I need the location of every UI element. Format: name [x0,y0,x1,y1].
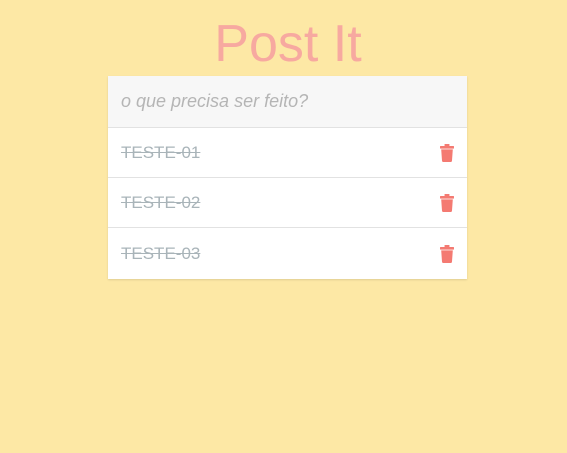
new-task-row [108,76,467,128]
task-item[interactable]: TESTE-01 [108,128,467,178]
todo-card: TESTE-01 TESTE-02 TESTE-03 [108,76,467,279]
trash-icon [440,143,454,162]
delete-task-button[interactable] [438,244,456,264]
task-label[interactable]: TESTE-02 [121,193,200,213]
trash-icon [440,244,454,263]
task-list: TESTE-01 TESTE-02 TESTE-03 [108,128,467,279]
delete-task-button[interactable] [438,193,456,213]
trash-icon [440,193,454,212]
task-item[interactable]: TESTE-03 [108,228,467,279]
task-label[interactable]: TESTE-01 [121,143,200,163]
task-item[interactable]: TESTE-02 [108,178,467,228]
new-task-input[interactable] [108,76,467,127]
app-title: Post It [214,15,362,73]
delete-task-button[interactable] [438,143,456,163]
task-label[interactable]: TESTE-03 [121,244,200,264]
